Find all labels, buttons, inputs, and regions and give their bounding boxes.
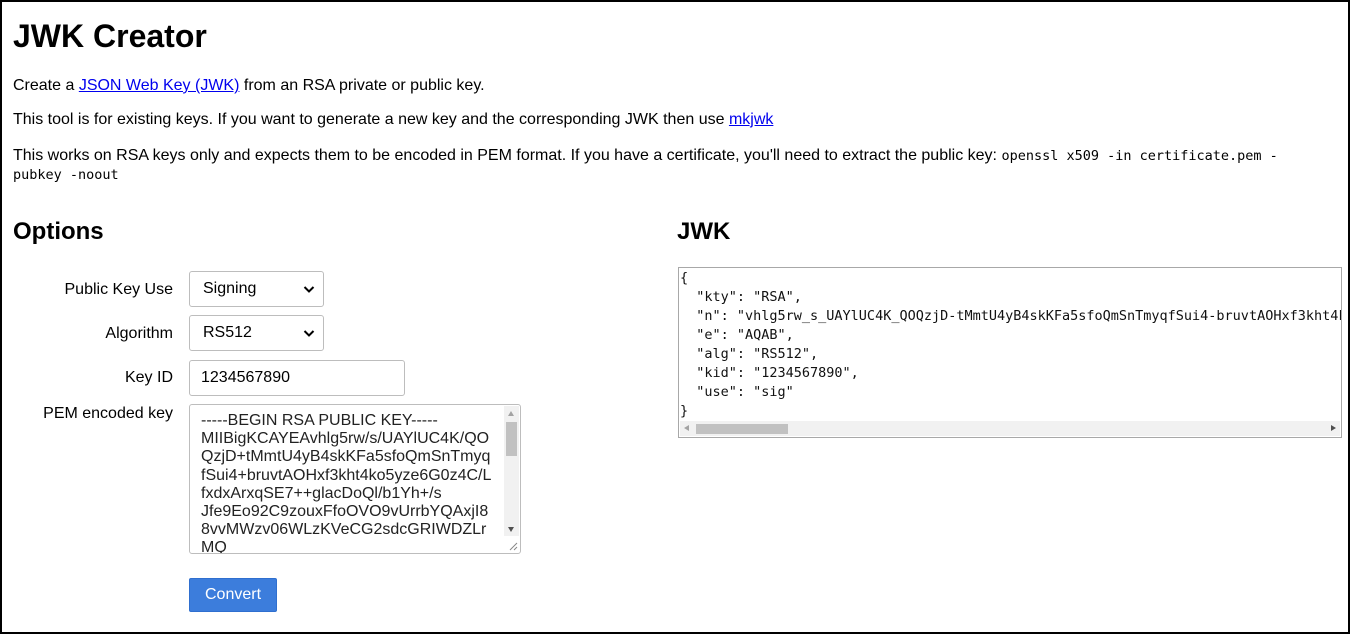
chevron-down-icon <box>303 330 315 337</box>
page-title: JWK Creator <box>13 18 207 54</box>
openssl-command: openssl x509 -in certificate.pem - <box>1001 148 1278 164</box>
jwk-heading: JWK <box>677 218 731 245</box>
jwk-output-text: { "kty": "RSA", "n": "vhlg5rw_s_UAYlUC4K… <box>680 270 1341 419</box>
rsa-note-text: This works on RSA keys only and expects … <box>13 147 1278 164</box>
existing-keys-text: This tool is for existing keys. If you w… <box>13 111 774 128</box>
rsa-note-continued: pubkey -noout <box>13 165 119 185</box>
pem-key-textarea[interactable]: -----BEGIN RSA PUBLIC KEY----- MIIBigKCA… <box>189 404 521 554</box>
scroll-down-arrow-icon[interactable] <box>508 527 514 532</box>
algorithm-select[interactable]: RS512 <box>189 315 324 351</box>
convert-button[interactable]: Convert <box>189 578 277 612</box>
scroll-thumb[interactable] <box>696 424 788 434</box>
key-id-label: Key ID <box>124 369 173 386</box>
scroll-right-arrow-icon[interactable] <box>1331 425 1336 431</box>
pem-key-value: -----BEGIN RSA PUBLIC KEY----- MIIBigKCA… <box>201 412 492 554</box>
jwk-horizontal-scrollbar[interactable] <box>680 421 1340 436</box>
scroll-up-arrow-icon[interactable] <box>508 411 514 416</box>
key-id-input[interactable]: 1234567890 <box>189 360 405 396</box>
page-frame: JWK Creator Create a JSON Web Key (JWK) … <box>0 0 1350 634</box>
public-key-use-select[interactable]: Signing <box>189 271 324 307</box>
pem-vertical-scrollbar[interactable] <box>504 406 519 536</box>
scroll-thumb[interactable] <box>506 422 517 456</box>
jwk-output[interactable]: { "kty": "RSA", "n": "vhlg5rw_s_UAYlUC4K… <box>678 267 1342 438</box>
algorithm-label: Algorithm <box>105 325 173 342</box>
jwk-spec-link[interactable]: JSON Web Key (JWK) <box>79 77 240 94</box>
mkjwk-link[interactable]: mkjwk <box>729 111 773 128</box>
chevron-down-icon <box>303 286 315 293</box>
options-heading: Options <box>13 218 104 245</box>
public-key-use-label: Public Key Use <box>64 281 174 298</box>
resize-grip-icon[interactable] <box>508 541 518 551</box>
openssl-command-continued: pubkey -noout <box>13 167 119 183</box>
pem-key-label: PEM encoded key <box>43 405 173 422</box>
scroll-left-arrow-icon[interactable] <box>684 425 689 431</box>
intro-text: Create a JSON Web Key (JWK) from an RSA … <box>13 77 485 94</box>
